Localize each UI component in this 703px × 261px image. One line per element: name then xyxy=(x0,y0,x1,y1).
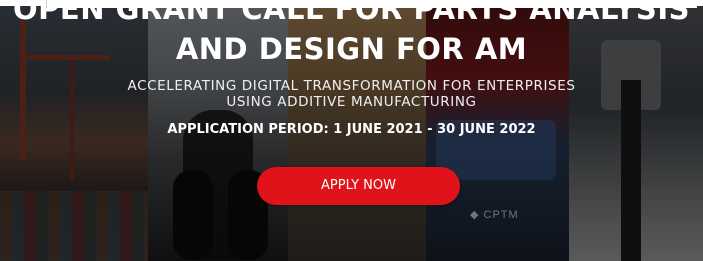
hero-banner: ◆ CPTM OPEN GRANT CALL FOR PARTS ANALYSI… xyxy=(0,0,703,261)
top-tab-line xyxy=(46,0,697,8)
banner-subtitle-line-1: ACCELERATING DIGITAL TRANSFORMATION FOR … xyxy=(127,78,576,94)
banner-subtitle-line-2: USING ADDITIVE MANUFACTURING xyxy=(226,94,477,110)
banner-title-line-2: AND DESIGN FOR AM xyxy=(175,32,528,66)
apply-now-button[interactable]: APPLY NOW xyxy=(257,167,460,205)
application-period: APPLICATION PERIOD: 1 JUNE 2021 - 30 JUN… xyxy=(167,122,536,137)
banner-content: OPEN GRANT CALL FOR PARTS ANALYSIS AND D… xyxy=(0,0,703,261)
